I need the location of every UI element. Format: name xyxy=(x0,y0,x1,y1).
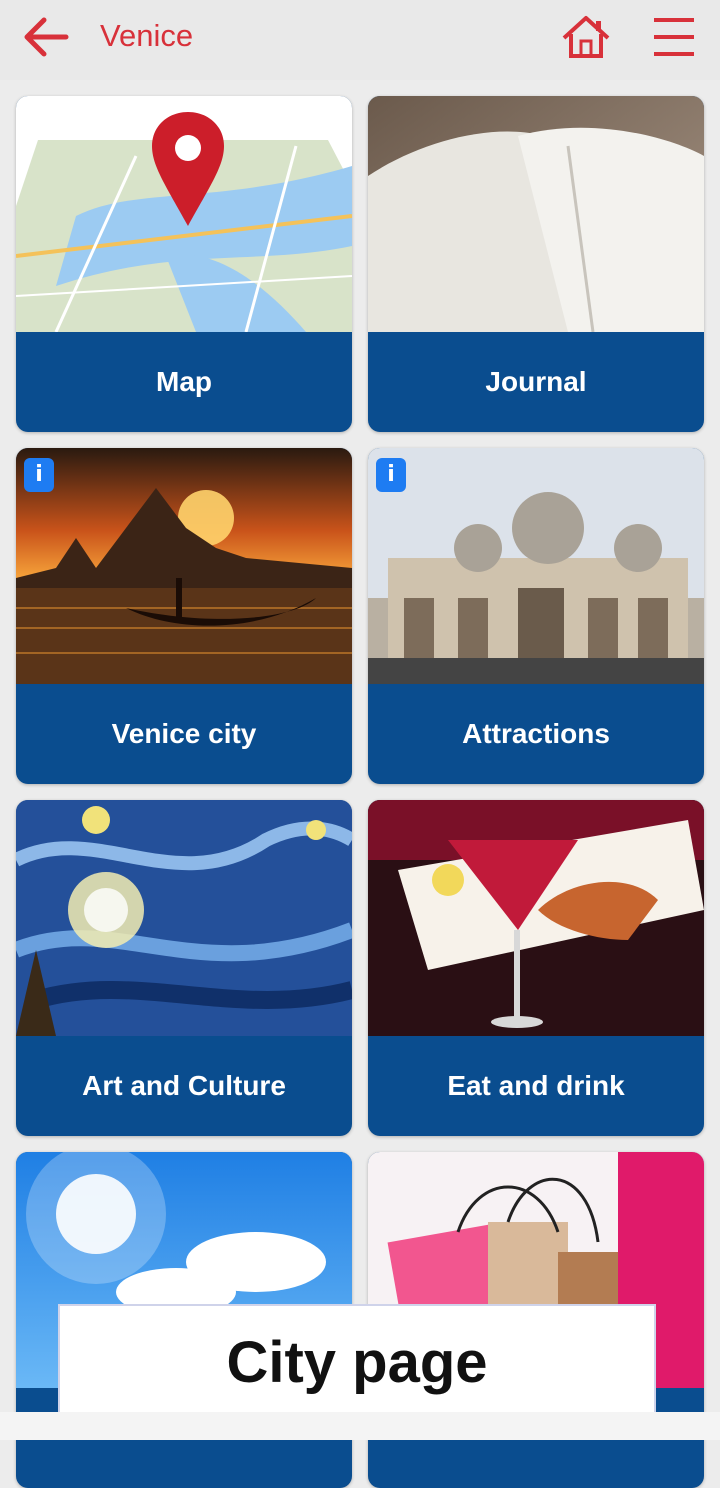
tile-label: Venice city xyxy=(111,718,257,749)
tile-label: Art and Culture xyxy=(82,1070,286,1101)
tile-label: Eat and drink xyxy=(447,1070,625,1101)
attractions-image xyxy=(368,448,704,684)
tile-map[interactable]: Map xyxy=(16,96,352,432)
tile-eat-and-drink[interactable]: Eat and drink xyxy=(368,800,704,1136)
tile-label: Journal xyxy=(485,366,587,397)
tile-venice-city[interactable]: i Venice city xyxy=(16,448,352,784)
info-badge[interactable]: i xyxy=(24,458,54,492)
map-image xyxy=(16,96,352,332)
bottom-navigation-strip xyxy=(0,1412,720,1440)
info-badge[interactable]: i xyxy=(376,458,406,492)
tile-label: Map xyxy=(156,366,212,397)
category-grid: Map Journal i Venice city i Attractions … xyxy=(0,0,720,1488)
tile-journal[interactable]: Journal xyxy=(368,96,704,432)
eat-drink-image xyxy=(368,800,704,1036)
art-culture-image xyxy=(16,800,352,1036)
tile-art-and-culture[interactable]: Art and Culture xyxy=(16,800,352,1136)
city-page-caption: City page xyxy=(58,1304,656,1422)
tile-label: Attractions xyxy=(462,718,610,749)
tile-attractions[interactable]: i Attractions xyxy=(368,448,704,784)
journal-image xyxy=(368,96,704,332)
venice-city-image xyxy=(16,448,352,684)
